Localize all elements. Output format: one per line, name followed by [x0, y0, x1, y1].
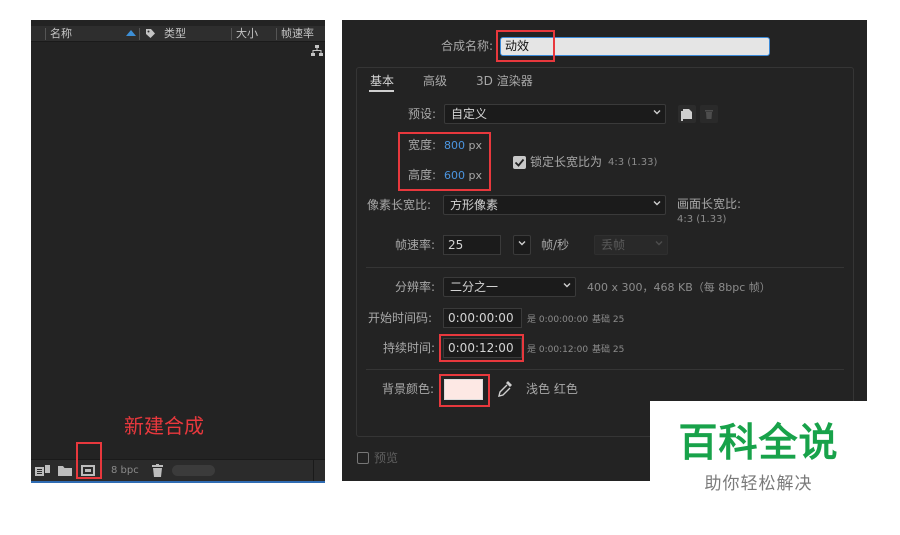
column-type[interactable]: 类型 — [164, 27, 186, 41]
frame-rate-unit: 帧/秒 — [541, 238, 570, 252]
label-tag-icon[interactable] — [145, 28, 156, 39]
highlight-box-comp-name — [496, 30, 555, 62]
bg-color-name: 浅色 红色 — [526, 382, 578, 396]
tab-3d-renderer[interactable]: 3D 渲染器 — [476, 73, 533, 89]
chevron-down-icon — [653, 201, 661, 206]
resolution-value: 二分之一 — [450, 280, 499, 294]
chevron-down-icon — [653, 110, 661, 115]
column-name[interactable]: 名称 — [50, 27, 72, 41]
preset-value: 自定义 — [451, 107, 488, 121]
pixel-aspect-dropdown[interactable]: 方形像素 — [443, 195, 666, 215]
active-tab-indicator — [369, 90, 394, 92]
lock-aspect-label: 锁定长宽比为 — [530, 155, 603, 169]
tab-basic[interactable]: 基本 — [370, 73, 394, 89]
duration-info: 是 0:00:12:00 — [527, 345, 589, 355]
preview-label: 预览 — [374, 451, 399, 465]
pixel-aspect-value: 方形像素 — [450, 198, 499, 212]
delete-preset-icon[interactable] — [700, 105, 718, 123]
bg-color-label: 背景颜色: — [382, 382, 435, 396]
frame-rate-dropdown[interactable] — [513, 235, 531, 255]
sort-ascending-icon[interactable] — [126, 30, 136, 36]
highlight-box-duration — [439, 334, 524, 362]
pixel-aspect-label: 像素长宽比: — [367, 198, 432, 212]
bit-depth-label[interactable]: 8 bpc — [111, 464, 139, 478]
duration-label: 持续时间: — [383, 341, 436, 355]
watermark-title: 百科全说 — [678, 421, 839, 466]
chevron-down-icon — [563, 283, 571, 288]
resolution-label: 分辨率: — [395, 280, 436, 294]
start-timecode-base: 基础 25 — [592, 315, 625, 325]
drop-frame-value: 丢帧 — [601, 238, 626, 252]
tab-advanced[interactable]: 高级 — [423, 73, 447, 89]
chevron-down-icon — [518, 241, 526, 246]
section-divider — [366, 369, 844, 370]
resolution-info: 400 x 300，468 KB（每 8bpc 帧） — [587, 281, 771, 294]
start-timecode-info: 是 0:00:00:00 — [527, 315, 589, 325]
chevron-down-icon — [655, 241, 663, 246]
preset-label: 预设: — [408, 107, 437, 121]
duration-base: 基础 25 — [592, 345, 625, 355]
start-timecode-label: 开始时间码: — [368, 311, 433, 325]
preset-dropdown[interactable]: 自定义 — [444, 104, 666, 124]
project-column-header: 名称 类型 大小 帧速率 — [31, 26, 325, 42]
interpret-footage-icon[interactable] — [35, 464, 50, 477]
watermark: 百科全说 助你轻松解决 — [650, 401, 867, 514]
project-panel: 名称 类型 大小 帧速率 8 bpc — [31, 20, 325, 483]
thumbnail-size-slider[interactable] — [172, 465, 215, 476]
new-composition-annotation: 新建合成 — [124, 414, 204, 438]
start-timecode-input[interactable]: 0:00:00:00 — [443, 308, 522, 328]
column-separator — [231, 28, 232, 40]
column-size[interactable]: 大小 — [236, 27, 258, 41]
highlight-box-dimensions — [398, 132, 491, 191]
frame-rate-label: 帧速率: — [395, 238, 436, 252]
panel-focus-bar — [31, 481, 325, 483]
column-separator — [276, 28, 277, 40]
frame-aspect-value: 4:3 (1.33) — [677, 214, 727, 225]
watermark-subtitle: 助你轻松解决 — [704, 474, 813, 494]
frame-rate-input[interactable]: 25 — [443, 235, 501, 255]
lock-aspect-value: 4:3 (1.33) — [608, 157, 658, 168]
lock-aspect-checkbox[interactable] — [513, 156, 526, 169]
highlight-box-new-composition — [76, 442, 102, 479]
drop-frame-dropdown[interactable]: 丢帧 — [594, 235, 668, 255]
resolution-dropdown[interactable]: 二分之一 — [443, 277, 576, 297]
column-separator — [139, 28, 140, 40]
eyedropper-icon[interactable] — [497, 380, 513, 398]
new-folder-icon[interactable] — [58, 464, 72, 477]
panel-edge — [313, 460, 325, 482]
flowchart-icon[interactable] — [311, 45, 323, 56]
column-separator — [45, 28, 46, 40]
column-frame-rate[interactable]: 帧速率 — [281, 27, 314, 41]
comp-name-label: 合成名称: — [441, 39, 494, 53]
frame-aspect-label: 画面长宽比: — [677, 197, 742, 211]
preview-checkbox[interactable] — [357, 452, 369, 464]
section-divider — [366, 267, 844, 268]
highlight-box-bg-color — [439, 374, 490, 407]
save-preset-icon[interactable] — [678, 105, 696, 123]
trash-icon[interactable] — [152, 464, 163, 477]
